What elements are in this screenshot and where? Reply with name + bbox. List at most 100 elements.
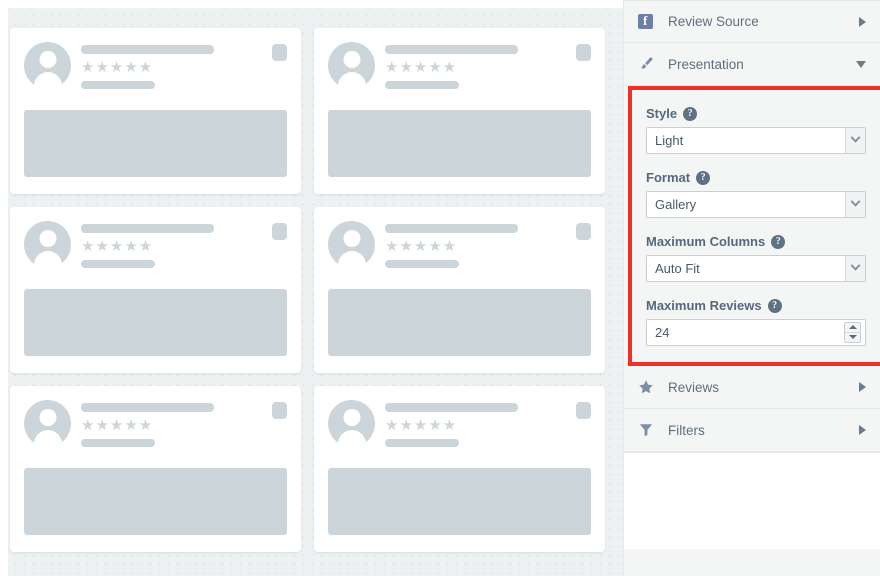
review-card[interactable]: ★★★★★ — [10, 28, 301, 194]
review-date-placeholder — [81, 260, 155, 268]
sidebar-section-label: Presentation — [660, 57, 856, 72]
review-card[interactable]: ★★★★★ — [10, 386, 301, 552]
review-meta: ★★★★★ — [385, 42, 591, 89]
star-rating-icon: ★★★★★ — [385, 418, 591, 433]
field-label-row: Maximum Columns ? — [646, 234, 866, 249]
field-label-row: Maximum Reviews ? — [646, 298, 866, 313]
review-preview-area: ★★★★★ ★★★★★ — [0, 0, 624, 576]
review-card-header: ★★★★★ — [328, 42, 591, 104]
reviewer-name-placeholder — [385, 403, 518, 412]
review-card[interactable]: ★★★★★ — [10, 207, 301, 373]
star-rating-icon: ★★★★★ — [81, 418, 287, 433]
chevron-down-icon[interactable] — [856, 61, 866, 68]
source-badge-icon — [576, 402, 591, 419]
review-date-placeholder — [385, 439, 459, 447]
star-rating-icon: ★★★★★ — [81, 60, 287, 75]
avatar — [328, 221, 375, 268]
chevron-right-icon[interactable] — [859, 425, 866, 435]
star-rating-icon: ★★★★★ — [385, 60, 591, 75]
avatar — [24, 400, 71, 447]
facebook-icon — [638, 14, 660, 29]
quantity-stepper[interactable] — [844, 322, 861, 343]
avatar — [24, 221, 71, 268]
sidebar-section-filters[interactable]: Filters — [624, 409, 880, 452]
review-card[interactable]: ★★★★★ — [314, 28, 605, 194]
chevron-down-icon[interactable] — [845, 192, 865, 217]
reviewer-name-placeholder — [81, 224, 214, 233]
star-rating-icon: ★★★★★ — [81, 239, 287, 254]
style-select-value: Light — [647, 133, 845, 148]
field-label-row: Format ? — [646, 170, 866, 185]
review-card-header: ★★★★★ — [24, 221, 287, 283]
reviewer-name-placeholder — [81, 45, 214, 54]
chevron-right-icon[interactable] — [859, 382, 866, 392]
field-label-row: Style ? — [646, 106, 866, 121]
source-badge-icon — [272, 223, 287, 240]
review-card-header: ★★★★★ — [328, 221, 591, 283]
field-maximum-columns: Maximum Columns ? Auto Fit — [646, 234, 866, 282]
review-card-header: ★★★★★ — [24, 400, 287, 462]
review-date-placeholder — [385, 81, 459, 89]
maximum-reviews-input[interactable]: 24 — [646, 319, 866, 346]
stepper-down-icon[interactable] — [845, 333, 860, 343]
avatar — [24, 42, 71, 89]
star-rating-icon: ★★★★★ — [385, 239, 591, 254]
review-date-placeholder — [81, 81, 155, 89]
review-text-placeholder — [24, 289, 287, 356]
field-label-text: Style — [646, 106, 677, 121]
review-card[interactable]: ★★★★★ — [314, 207, 605, 373]
review-text-placeholder — [328, 468, 591, 535]
sidebar-section-reviews[interactable]: Reviews — [624, 366, 880, 409]
reviewer-name-placeholder — [385, 45, 518, 54]
review-card-header: ★★★★★ — [24, 42, 287, 104]
review-meta: ★★★★★ — [81, 42, 287, 89]
funnel-icon — [638, 422, 660, 438]
field-label-text: Maximum Columns — [646, 234, 765, 249]
source-badge-icon — [576, 223, 591, 240]
sidebar-section-presentation[interactable]: Presentation — [624, 43, 880, 86]
sidebar-section-label: Reviews — [660, 380, 859, 395]
stepper-up-icon[interactable] — [845, 323, 860, 333]
avatar — [328, 42, 375, 89]
review-card-header: ★★★★★ — [328, 400, 591, 462]
chevron-down-icon[interactable] — [845, 256, 865, 281]
review-text-placeholder — [24, 468, 287, 535]
chevron-down-icon[interactable] — [845, 128, 865, 153]
avatar — [328, 400, 375, 447]
paintbrush-icon — [638, 56, 660, 72]
chevron-right-icon[interactable] — [859, 17, 866, 27]
format-select[interactable]: Gallery — [646, 191, 866, 218]
review-text-placeholder — [328, 289, 591, 356]
source-badge-icon — [576, 44, 591, 61]
field-label-text: Format — [646, 170, 690, 185]
review-meta: ★★★★★ — [385, 400, 591, 447]
sidebar-empty-area — [624, 452, 880, 549]
field-style: Style ? Light — [646, 106, 866, 154]
sidebar-section-review-source[interactable]: Review Source — [624, 0, 880, 43]
maximum-columns-select[interactable]: Auto Fit — [646, 255, 866, 282]
presentation-settings-panel: Style ? Light Format ? Gallery — [628, 86, 880, 366]
source-badge-icon — [272, 402, 287, 419]
field-label-text: Maximum Reviews — [646, 298, 762, 313]
review-card-grid: ★★★★★ ★★★★★ — [10, 28, 614, 552]
help-icon[interactable]: ? — [768, 299, 782, 313]
reviewer-name-placeholder — [81, 403, 214, 412]
review-text-placeholder — [328, 110, 591, 177]
review-card[interactable]: ★★★★★ — [314, 386, 605, 552]
help-icon[interactable]: ? — [683, 107, 697, 121]
maximum-reviews-value: 24 — [647, 325, 844, 340]
field-maximum-reviews: Maximum Reviews ? 24 — [646, 298, 866, 346]
sidebar-section-label: Filters — [660, 423, 859, 438]
style-select[interactable]: Light — [646, 127, 866, 154]
settings-sidebar: Review Source Presentation Style ? Ligh — [624, 0, 880, 576]
sidebar-section-label: Review Source — [660, 14, 859, 29]
review-date-placeholder — [81, 439, 155, 447]
plugin-settings-screen: ★★★★★ ★★★★★ — [0, 0, 880, 576]
review-meta: ★★★★★ — [385, 221, 591, 268]
source-badge-icon — [272, 44, 287, 61]
review-meta: ★★★★★ — [81, 221, 287, 268]
maximum-columns-select-value: Auto Fit — [647, 261, 845, 276]
help-icon[interactable]: ? — [696, 171, 710, 185]
help-icon[interactable]: ? — [771, 235, 785, 249]
star-icon — [638, 379, 660, 395]
